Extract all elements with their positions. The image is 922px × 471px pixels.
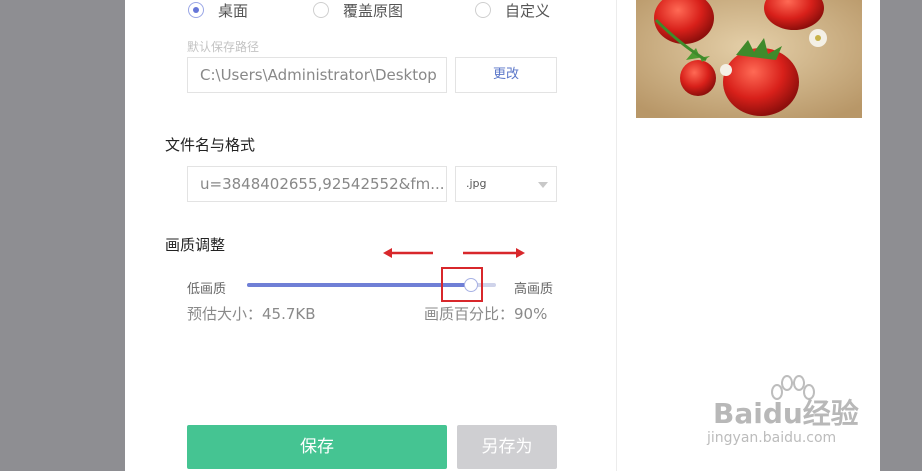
save-button[interactable]: 保存 — [187, 425, 447, 469]
quality-slider-fill — [247, 283, 472, 287]
image-preview — [636, 0, 862, 118]
baidu-jingyan-watermark: Baidu经验 jingyan.baidu.com — [705, 374, 875, 454]
watermark-brand: Baidu经验 — [713, 397, 859, 430]
quality-title: 画质调整 — [165, 236, 226, 254]
strawberry-preview-image — [636, 0, 862, 118]
radio-label-desktop: 桌面 — [218, 1, 249, 20]
change-path-button[interactable]: 更改 — [455, 57, 557, 93]
high-quality-label: 高画质 — [514, 282, 554, 297]
watermark-url: jingyan.baidu.com — [707, 430, 837, 446]
radio-label-overwrite: 覆盖原图 — [343, 1, 404, 20]
filename-field[interactable]: u=3848402655,92542552&fm... — [187, 166, 447, 202]
radio-option-custom[interactable]: 自定义 — [475, 0, 550, 20]
format-select[interactable]: .jpg — [455, 166, 557, 202]
radio-option-overwrite[interactable]: 覆盖原图 — [313, 0, 403, 20]
radio-button-icon[interactable] — [188, 2, 204, 18]
arrow-left-icon — [383, 248, 433, 258]
chevron-down-icon — [538, 182, 548, 188]
save-as-button[interactable]: 另存为 — [457, 425, 557, 469]
arrow-right-icon — [463, 248, 525, 258]
annotation-highlight-box — [441, 267, 483, 302]
low-quality-label: 低画质 — [187, 282, 227, 297]
radio-option-desktop[interactable]: 桌面 — [188, 0, 248, 20]
default-path-label: 默认保存路径 — [187, 40, 260, 54]
filename-format-title: 文件名与格式 — [165, 136, 256, 154]
estimated-size-text: 预估大小：45.7KB — [187, 305, 316, 323]
radio-label-custom: 自定义 — [505, 1, 551, 20]
radio-button-icon[interactable] — [475, 2, 491, 18]
format-select-value: .jpg — [466, 177, 487, 190]
radio-button-icon[interactable] — [313, 2, 329, 18]
quality-percent-text: 画质百分比：90% — [424, 305, 548, 323]
panel-divider — [616, 0, 617, 471]
save-path-field[interactable]: C:\Users\Administrator\Desktop — [187, 57, 447, 93]
